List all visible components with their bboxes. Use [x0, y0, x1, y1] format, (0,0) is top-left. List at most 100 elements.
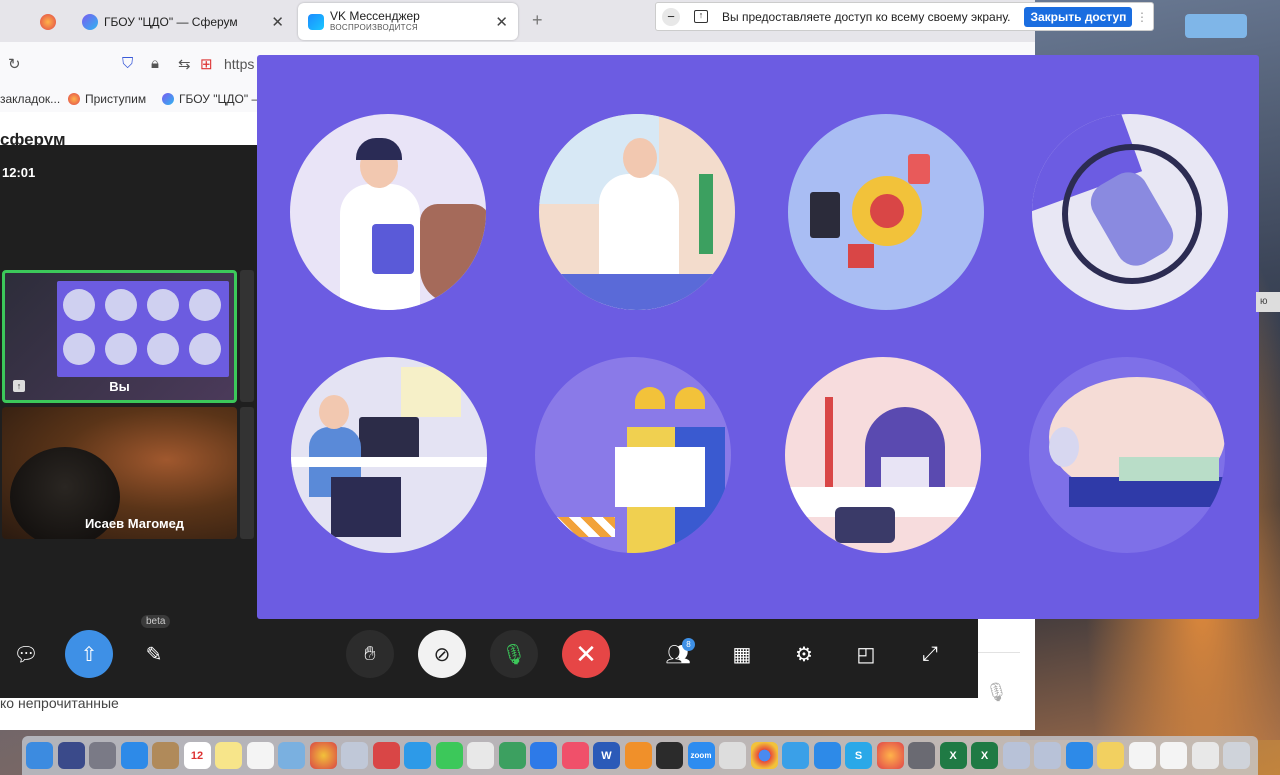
camera-off-button[interactable]: ⊘ [418, 630, 466, 678]
numbers-icon[interactable] [498, 742, 526, 769]
engineers-illustration [535, 357, 731, 553]
bookmark-item[interactable]: закладок... [0, 92, 60, 106]
participant-tile-partial[interactable] [240, 407, 254, 539]
messages-icon[interactable] [404, 742, 431, 769]
reload-icon[interactable]: ↻ [8, 55, 21, 73]
address-bar[interactable]: https [224, 56, 254, 72]
system-preferences-icon[interactable] [908, 742, 935, 769]
folder-icon[interactable] [1097, 742, 1124, 769]
document-icon[interactable] [1128, 742, 1156, 769]
doctor-illustration [290, 114, 486, 310]
tab-vk-messenger[interactable]: VK Мессенджер ВОСПРОИЗВОДИТСЯ ✕ [298, 3, 518, 40]
keynote-icon[interactable] [530, 742, 557, 769]
drag-handle-icon[interactable]: ⋮ [1136, 10, 1148, 24]
minimize-window-icon[interactable]: ◰ [846, 634, 886, 674]
microphone-button[interactable]: 🎙︎ [490, 630, 538, 678]
tab-sferum[interactable]: ГБОУ "ЦДО" — Сферум ✕ [72, 3, 294, 40]
tab-title: VK Мессенджер [330, 8, 420, 23]
screen-preview [57, 281, 229, 377]
lock-icon[interactable]: 🔒︎ [151, 55, 159, 72]
textedit-icon[interactable] [467, 742, 494, 769]
shield-icon[interactable]: ⛉ [122, 55, 133, 72]
excel-icon[interactable]: X [939, 742, 967, 769]
firefox-icon [68, 93, 80, 105]
vk-messenger-icon [308, 13, 324, 30]
call-timer: 12:01 [2, 165, 36, 180]
quicktime-icon[interactable] [1065, 742, 1093, 769]
calendar-icon[interactable]: 12 [183, 742, 211, 769]
app-store-icon[interactable] [813, 742, 841, 769]
permissions-icon[interactable]: ⇆ [178, 55, 191, 73]
screen-share-button[interactable]: ⇧ [65, 630, 113, 678]
bookmark-item[interactable]: ГБОУ "ЦДО" — [162, 92, 263, 106]
firefox-icon[interactable] [876, 742, 904, 769]
bookmark-item[interactable]: Приступим [68, 92, 146, 106]
whiteboard-pen-icon[interactable]: ✎ [134, 634, 174, 674]
close-icon[interactable]: ✕ [271, 13, 284, 31]
migration-icon[interactable] [782, 742, 809, 769]
trash-icon[interactable] [1223, 742, 1250, 769]
facetime-icon[interactable] [435, 742, 463, 769]
music-icon[interactable] [561, 742, 589, 769]
contacts-icon[interactable] [152, 742, 179, 769]
participant-name: Исаев Магомед [84, 516, 185, 531]
new-tab-icon[interactable]: + [532, 10, 543, 31]
settings-gear-icon[interactable]: ⚙︎ [784, 634, 824, 674]
scientist-illustration [539, 114, 735, 310]
photos-icon[interactable] [309, 742, 337, 769]
farm-illustration [785, 357, 981, 553]
image-capture-icon[interactable] [341, 742, 368, 769]
stop-sharing-button[interactable]: Закрыть доступ [1024, 6, 1133, 27]
layout-grid-icon[interactable]: ▦ [722, 634, 762, 674]
firefox-icon [40, 13, 56, 30]
astronaut-illustration [1032, 114, 1228, 310]
sferum-icon [162, 93, 174, 105]
disk-utility-icon[interactable] [1002, 742, 1030, 769]
cinema-illustration [788, 114, 984, 310]
anydesk-icon[interactable] [372, 742, 400, 769]
preview-icon[interactable] [278, 742, 305, 769]
close-icon[interactable]: ✕ [495, 13, 508, 31]
safari-icon[interactable] [120, 742, 148, 769]
launchpad-icon[interactable] [89, 742, 116, 769]
tab-subtitle: ВОСПРОИЗВОДИТСЯ [330, 22, 419, 32]
screenshot-app-icon[interactable] [719, 742, 746, 769]
word-icon[interactable]: W [593, 742, 620, 769]
zoom-icon[interactable]: zoom [687, 742, 715, 769]
minimize-notification-icon[interactable]: − [662, 7, 680, 26]
document-2-icon[interactable] [1160, 742, 1187, 769]
microphone-icon[interactable]: 🎙︎ [985, 682, 1008, 703]
skype-icon[interactable]: S [845, 742, 872, 769]
screen-share-notification: − ↑ Вы предоставляете доступ ко всему св… [655, 2, 1154, 31]
shared-screen [257, 55, 1259, 619]
finder-icon[interactable] [26, 742, 53, 769]
reminders-icon[interactable] [246, 742, 274, 769]
bookmark-label: ГБОУ "ЦДО" — [179, 92, 264, 106]
bookmark-label: закладок... [0, 92, 61, 106]
books-icon[interactable] [624, 742, 652, 769]
screen-share-indicator-icon[interactable]: ⊞ [200, 55, 213, 73]
chat-icon[interactable]: 💬︎ [6, 634, 46, 674]
vector-app-icon[interactable] [656, 742, 683, 769]
participants-count-badge: 8 [682, 638, 695, 651]
raise-hand-button[interactable]: ✋︎ [346, 630, 394, 678]
notification-text: Вы предоставляете доступ ко всему своему… [722, 9, 1011, 24]
drive-icon[interactable] [1034, 742, 1061, 769]
downloads-icon[interactable] [1191, 742, 1219, 769]
excel-2-icon[interactable]: X [971, 742, 998, 769]
participant-tile-self[interactable]: ↑ Вы [2, 270, 237, 403]
participant-tile[interactable]: Исаев Магомед [2, 407, 237, 539]
end-call-button[interactable]: ✕ [562, 630, 610, 678]
agritech-illustration [1029, 357, 1225, 553]
participant-tile-partial[interactable] [240, 270, 254, 402]
siri-icon[interactable] [57, 742, 85, 769]
chrome-icon[interactable] [750, 742, 778, 769]
background-window-edge: ю [1256, 292, 1280, 312]
desktop-folder-icon[interactable] [1185, 14, 1247, 38]
fullscreen-icon[interactable]: ⤢ [910, 634, 950, 674]
tab-firefox[interactable] [30, 3, 70, 40]
beta-badge: beta [141, 615, 171, 628]
programmer-illustration [291, 357, 487, 553]
participant-name: Вы [109, 379, 130, 394]
notes-icon[interactable] [215, 742, 242, 769]
